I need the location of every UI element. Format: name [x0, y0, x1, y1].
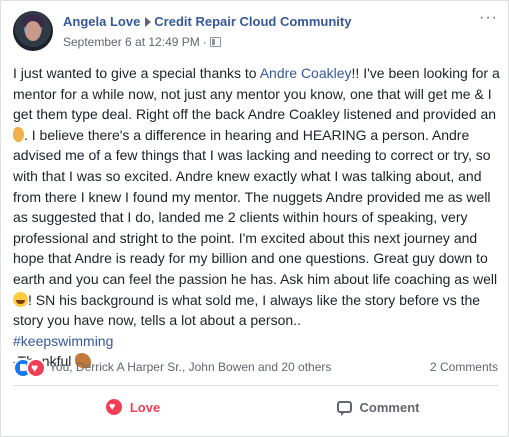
- heart-icon: [105, 399, 122, 415]
- hashtag-link[interactable]: #keepswimming: [13, 333, 113, 349]
- ear-emoji-icon: [13, 126, 24, 142]
- author-avatar[interactable]: [13, 11, 53, 51]
- post-meta: September 6 at 12:49 PM ·: [63, 35, 221, 49]
- comment-button[interactable]: Comment: [258, 390, 498, 424]
- post-header: Angela Love Credit Repair Cloud Community…: [13, 10, 498, 55]
- body-segment: I just wanted to give a special thanks t…: [13, 65, 260, 81]
- love-reaction-icon[interactable]: [26, 358, 46, 378]
- speech-bubble-icon: [336, 401, 352, 416]
- comment-button-label: Comment: [359, 399, 420, 415]
- body-segment: ! SN his background is what sold me, I a…: [13, 291, 481, 329]
- laughing-emoji-icon: [13, 291, 28, 307]
- hashtag-line: #keepswimming: [13, 331, 503, 352]
- more-options-icon[interactable]: ···: [479, 10, 498, 26]
- comments-count-link[interactable]: 2 Comments: [430, 360, 498, 374]
- love-button[interactable]: Love: [13, 390, 253, 424]
- reactions-bar: You, Derrick A Harper Sr., John Bowen an…: [13, 356, 498, 378]
- group-audience-icon[interactable]: [209, 37, 221, 47]
- post-timestamp[interactable]: September 6 at 12:49 PM: [63, 35, 200, 49]
- actions-divider: [13, 385, 498, 386]
- arrow-right-icon: [145, 17, 152, 27]
- meta-separator: ·: [202, 35, 207, 49]
- post-actions: Love Comment: [13, 390, 498, 426]
- post-card: Angela Love Credit Repair Cloud Community…: [0, 0, 509, 437]
- group-name-link[interactable]: Credit Repair Cloud Community: [154, 14, 351, 29]
- author-name-link[interactable]: Angela Love: [63, 14, 140, 29]
- reaction-names-link[interactable]: You, Derrick A Harper Sr., John Bowen an…: [49, 360, 331, 374]
- avatar-face: [25, 21, 41, 41]
- body-segment: . I believe there's a difference in hear…: [13, 126, 498, 287]
- post-body: I just wanted to give a special thanks t…: [13, 63, 503, 372]
- love-button-label: Love: [129, 399, 161, 415]
- post-text: I just wanted to give a special thanks t…: [13, 63, 503, 331]
- post-title-line: Angela Love Credit Repair Cloud Community: [63, 14, 351, 29]
- mention-link[interactable]: Andre Coakley: [260, 65, 352, 81]
